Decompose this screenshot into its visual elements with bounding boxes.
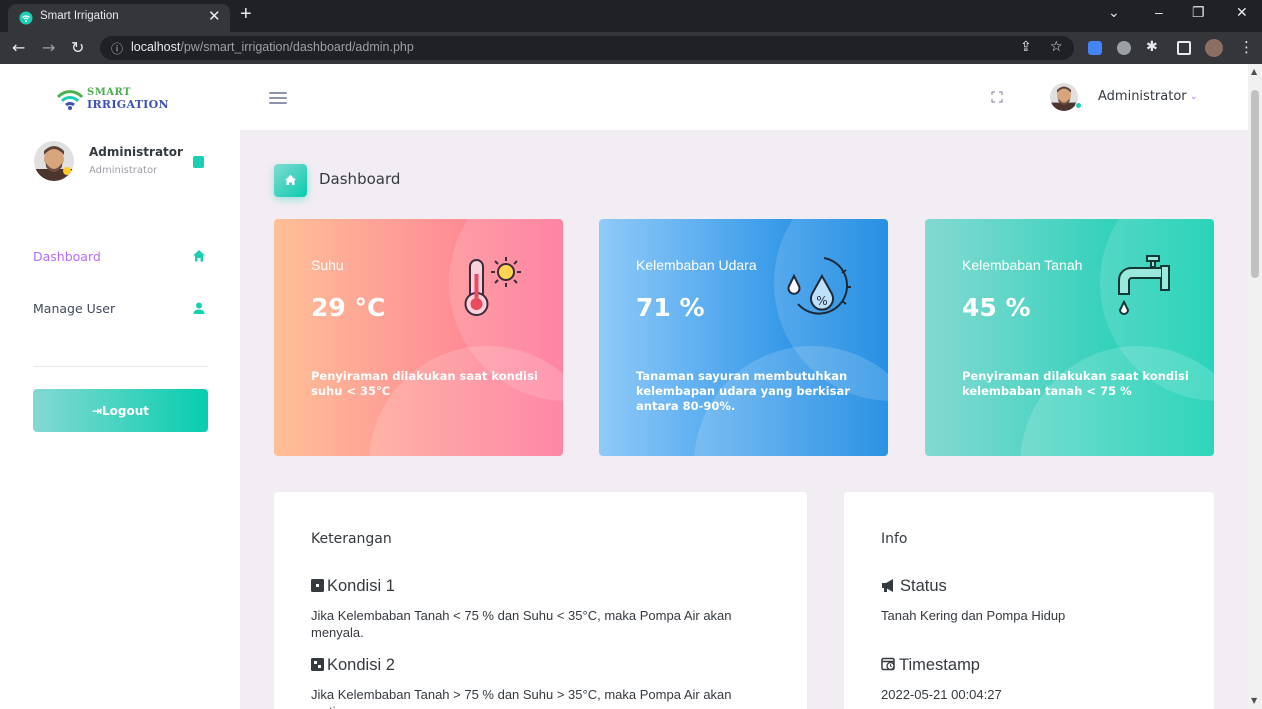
- timestamp-text: 2022-05-21 00:04:27: [881, 687, 1002, 702]
- scroll-thumb[interactable]: [1251, 90, 1259, 278]
- tab-title: Smart Irrigation: [40, 10, 119, 22]
- scroll-down-arrow-icon[interactable]: ▼: [1251, 696, 1257, 705]
- card-title: Suhu: [311, 257, 344, 273]
- humidity-gauge-icon: %: [787, 257, 851, 315]
- tab-search-icon[interactable]: ⌄: [1108, 4, 1120, 21]
- card-value: 71 %: [636, 293, 705, 322]
- browser-tabbar: Smart Irrigation ✕ + ⌄ – ❐ ✕: [0, 0, 1262, 32]
- sidebar-item-label: Dashboard: [33, 249, 101, 264]
- browser-tab[interactable]: Smart Irrigation ✕: [8, 4, 230, 32]
- browser-menu-icon[interactable]: ⋮: [1239, 38, 1254, 56]
- navbar-user-name[interactable]: Administrator: [1098, 89, 1187, 104]
- side-panel-icon[interactable]: [1177, 41, 1191, 55]
- menu-toggle-icon[interactable]: [269, 92, 287, 107]
- url-text[interactable]: localhost/pw/smart_irrigation/dashboard/…: [131, 40, 414, 54]
- card-title: Kelembaban Tanah: [962, 257, 1083, 273]
- avatar-face-icon: [34, 141, 74, 181]
- svg-text:%: %: [816, 294, 827, 308]
- calendar-clock-icon: [881, 657, 895, 671]
- minimize-button[interactable]: –: [1155, 4, 1163, 20]
- card-value: 45 %: [962, 293, 1031, 322]
- thermometer-sun-icon: [464, 257, 521, 316]
- profile-role: Administrator: [89, 165, 158, 176]
- site-info-icon[interactable]: ⓘ: [111, 40, 123, 57]
- status-heading: Status: [881, 577, 947, 596]
- sidebar: SMART IRRIGATION Administrator Administr…: [0, 64, 240, 709]
- user-icon: [193, 302, 205, 314]
- profile-avatar[interactable]: [34, 141, 74, 181]
- close-window-button[interactable]: ✕: [1236, 4, 1248, 21]
- bookmark-star-icon[interactable]: ☆: [1050, 39, 1063, 55]
- page-scrollbar[interactable]: ▲ ▼: [1248, 64, 1262, 709]
- logo-wifi-icon: [56, 90, 84, 110]
- new-tab-button[interactable]: +: [240, 3, 252, 26]
- profile-name: Administrator: [89, 145, 183, 159]
- browser-toolbar: ← → ↻ ⓘ localhost/pw/smart_irrigation/da…: [0, 32, 1262, 64]
- restore-button[interactable]: ❐: [1192, 4, 1205, 21]
- extensions-puzzle-icon[interactable]: ✱: [1146, 39, 1158, 55]
- info-panel: Info Status Tanah Kering dan Pompa Hidup…: [844, 492, 1214, 709]
- online-status-dot: [1075, 102, 1082, 109]
- page-title: Dashboard: [319, 170, 401, 188]
- top-navbar: Administrator ⌄: [240, 64, 1248, 130]
- navbar-avatar[interactable]: [1050, 83, 1078, 111]
- bookmark-check-icon: [193, 156, 204, 168]
- keterangan-panel: Keterangan Kondisi 1 Jika Kelembaban Tan…: [274, 492, 807, 709]
- translate-extension-icon[interactable]: [1088, 41, 1102, 55]
- avatar-face-icon: [1050, 83, 1078, 111]
- square-bullet-icon: [311, 579, 324, 592]
- water-tap-icon: [1118, 255, 1170, 315]
- card-suhu: Suhu 29 °C Penyiraman dilakukan saat kon…: [274, 219, 563, 456]
- fullscreen-icon[interactable]: [991, 91, 1003, 103]
- status-text: Tanah Kering dan Pompa Hidup: [881, 608, 1066, 623]
- sidebar-divider: [33, 366, 208, 367]
- card-note: Tanaman sayuran membutuhkan kelembapan u…: [636, 369, 850, 413]
- sidebar-item-dashboard[interactable]: Dashboard: [33, 246, 208, 270]
- web-page: SMART IRRIGATION Administrator Administr…: [0, 64, 1262, 709]
- kondisi-2-heading: Kondisi 2: [311, 656, 395, 675]
- logo-text-irrigation: IRRIGATION: [87, 98, 169, 111]
- card-value: 29 °C: [311, 293, 386, 322]
- megaphone-icon: [882, 579, 893, 592]
- sidebar-item-manage-user[interactable]: Manage User: [33, 298, 208, 322]
- chevron-down-icon[interactable]: ⌄: [1190, 92, 1198, 102]
- card-title: Kelembaban Udara: [636, 257, 757, 273]
- kondisi-1-text: Jika Kelembaban Tanah < 75 % dan Suhu < …: [311, 608, 732, 640]
- page-title-home-icon: [274, 164, 307, 197]
- card-kelembaban-tanah: Kelembaban Tanah 45 % Penyiraman dilakuk…: [925, 219, 1214, 456]
- back-arrow-icon[interactable]: ←: [12, 38, 25, 57]
- card-note: Penyiraman dilakukan saat kondisi suhu <…: [311, 369, 538, 398]
- card-note: Penyiraman dilakukan saat kondisi kelemb…: [962, 369, 1189, 398]
- browser-profile-avatar[interactable]: [1205, 39, 1223, 57]
- logo-text-smart: SMART: [87, 87, 132, 98]
- square-bullet-icon: [311, 658, 324, 671]
- scroll-up-arrow-icon[interactable]: ▲: [1251, 67, 1257, 76]
- wifi-favicon-icon: [19, 11, 33, 25]
- kondisi-2-text: Jika Kelembaban Tanah > 75 % dan Suhu > …: [311, 687, 732, 709]
- timestamp-heading: Timestamp: [881, 656, 980, 675]
- panel-title: Keterangan: [311, 531, 392, 547]
- logout-button[interactable]: ⇥Logout: [33, 389, 208, 432]
- tab-close-icon[interactable]: ✕: [208, 7, 221, 25]
- forward-arrow-icon[interactable]: →: [42, 38, 55, 57]
- kondisi-1-heading: Kondisi 1: [311, 577, 395, 596]
- smart-irrigation-logo[interactable]: SMART IRRIGATION: [56, 86, 186, 114]
- sidebar-item-label: Manage User: [33, 301, 116, 316]
- card-kelembaban-udara: Kelembaban Udara 71 % Tanaman sayuran me…: [599, 219, 888, 456]
- camera-extension-icon[interactable]: [1117, 41, 1131, 55]
- home-icon: [193, 250, 205, 262]
- reload-icon[interactable]: ↻: [71, 38, 84, 57]
- panel-title: Info: [881, 531, 908, 547]
- address-bar[interactable]: ⓘ localhost/pw/smart_irrigation/dashboar…: [100, 36, 1074, 60]
- share-icon[interactable]: ⇪: [1020, 39, 1032, 55]
